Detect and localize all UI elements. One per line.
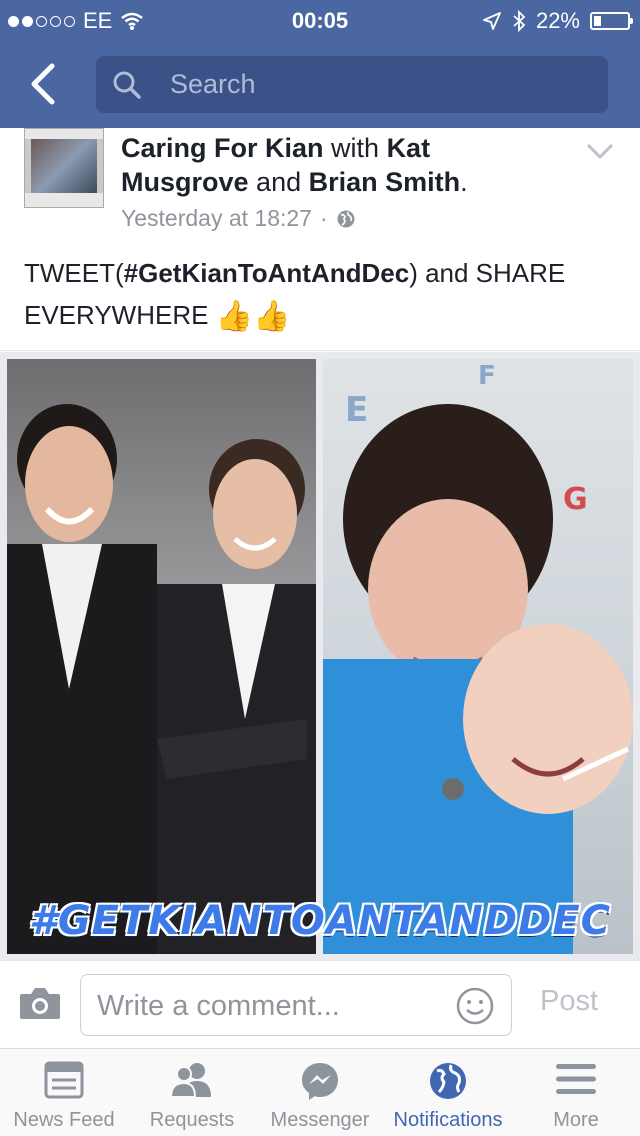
location-arrow-icon [483, 12, 501, 30]
tab-news-feed-label: News Feed [13, 1109, 115, 1131]
tab-notifications[interactable]: Notifications [384, 1049, 512, 1136]
post-timestamp[interactable]: Yesterday at 18:27 [121, 205, 312, 232]
search-bar[interactable] [96, 56, 608, 113]
post-comment-button[interactable]: Post [540, 985, 598, 1018]
search-icon [113, 71, 141, 99]
photo-left-panel [7, 359, 316, 954]
svg-text:E: E [345, 390, 368, 430]
author-period: . [460, 167, 468, 197]
page-avatar[interactable] [24, 128, 104, 208]
tab-more[interactable]: More [512, 1049, 640, 1136]
thumbs-up-emoji: 👍👍 [215, 300, 291, 334]
globe-icon [430, 1063, 466, 1099]
messenger-icon [302, 1063, 338, 1100]
requests-icon [169, 1063, 211, 1098]
chevron-down-icon[interactable] [586, 142, 614, 162]
search-input[interactable] [170, 66, 590, 102]
status-right: 22% [482, 8, 633, 34]
mother-child-illustration: E F G [323, 361, 633, 954]
emoji-smiley-icon[interactable] [455, 986, 495, 1026]
battery-percent: 22% [535, 8, 580, 33]
status-bar: EE 00:05 22% [0, 0, 640, 40]
photo-right-panel: E F G [323, 359, 633, 954]
comment-input[interactable] [97, 987, 437, 1025]
tagged-user-2[interactable]: Brian Smith [309, 167, 461, 197]
post-meta: Yesterday at 18:27 · [121, 205, 356, 232]
tab-more-label: More [553, 1109, 599, 1131]
and-text: and [256, 167, 302, 197]
comment-field[interactable] [80, 974, 512, 1036]
post-author-line: Caring For Kian with Kat Musgrove and Br… [121, 131, 551, 199]
meta-separator: · [319, 205, 328, 231]
battery-icon [590, 12, 633, 30]
photo-hashtag-banner: #GETKIANTOANTANDDEC [28, 898, 611, 944]
back-arrow-icon[interactable] [22, 60, 66, 108]
tab-notifications-label: Notifications [393, 1109, 503, 1131]
with-text: with [331, 133, 380, 163]
two-men-illustration [7, 404, 316, 954]
author-page-link[interactable]: Caring For Kian [121, 133, 324, 163]
post-text: TWEET(#GetKianToAntAndDec) and SHARE EVE… [24, 252, 624, 338]
tab-news-feed[interactable]: News Feed [0, 1049, 128, 1136]
post-photo[interactable]: E F G #GETKIANTOANTANDDEC [0, 352, 640, 960]
camera-icon[interactable] [18, 985, 62, 1021]
post-text-prefix: TWEET( [24, 258, 124, 288]
tab-requests-label: Requests [149, 1109, 235, 1131]
post-divider [0, 350, 640, 351]
menu-icon [556, 1064, 596, 1094]
bluetooth-icon [513, 10, 526, 32]
tab-messenger[interactable]: Messenger [256, 1049, 384, 1136]
hashtag-link[interactable]: #GetKianToAntAndDec [124, 258, 410, 288]
news-feed-icon [44, 1061, 84, 1099]
svg-text:F: F [478, 361, 496, 391]
comment-bar: Post [0, 960, 640, 1048]
top-header: EE 00:05 22% [0, 0, 640, 128]
svg-text:G: G [563, 482, 588, 517]
tab-messenger-label: Messenger [270, 1109, 370, 1131]
tab-requests[interactable]: Requests [128, 1049, 256, 1136]
bottom-tab-bar: News Feed Requests Messenger Notificatio… [0, 1048, 640, 1136]
globe-privacy-icon [337, 210, 355, 227]
